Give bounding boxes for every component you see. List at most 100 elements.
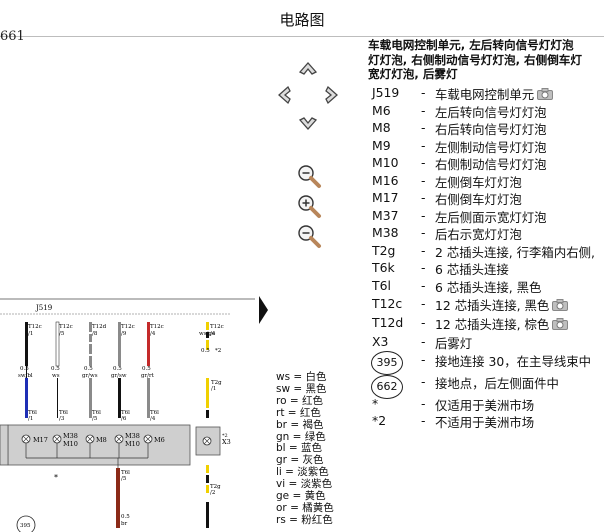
pin-label: /9: [121, 331, 127, 337]
t6l-pin: /5: [92, 416, 98, 422]
legend-desc: 6 芯插头连接, 黑色: [435, 280, 542, 295]
legend-desc: 右后转向信号灯灯泡: [435, 122, 547, 137]
lamp-label: M38: [63, 432, 78, 440]
camera-icon[interactable]: [537, 88, 554, 100]
star-note: *: [54, 473, 58, 482]
star2-label: *2: [215, 348, 221, 354]
lamp-m17: M17: [21, 434, 48, 444]
lamp-label: M10: [63, 440, 78, 448]
legend-heading-line: 灯灯泡, 右侧制动信号灯灯泡, 右侧倒车灯: [368, 52, 582, 67]
wire-size: 0.5: [20, 366, 29, 372]
legend-code: M10: [372, 155, 399, 170]
legend-desc: 仅适用于美洲市场: [435, 398, 535, 413]
t6l-pin: /1: [28, 416, 33, 422]
chevron-right-icon[interactable]: [320, 83, 344, 107]
legend-dash: -: [421, 120, 426, 135]
legend-dash: -: [421, 85, 426, 100]
wire-code: sw/bl: [18, 373, 33, 379]
unit-label: J519: [35, 304, 52, 312]
zoom-reset-icon[interactable]: [296, 223, 326, 249]
wire-color-legend: ws = 白色 sw = 黑色 ro = 红色 rt = 红色 br = 褐色 …: [276, 371, 334, 527]
legend-dash: -: [421, 225, 426, 240]
page-number: 661: [0, 29, 25, 44]
pin-label: /4: [150, 331, 156, 337]
connector-label: T12c: [210, 324, 224, 330]
lamp-m8: M8: [85, 434, 107, 444]
legend-desc: 接地连接 30，在主导线束中: [435, 354, 592, 369]
wire-code: ws/ge: [199, 331, 215, 337]
legend-code: T12d: [372, 315, 404, 330]
legend-dash: -: [421, 396, 426, 411]
wire-size: 0.5: [201, 348, 210, 354]
wiring-diagram: J519 T12c T12c T12d T12c T12c T12c /1 /5…: [0, 298, 255, 532]
title-bar: 电路图: [0, 0, 604, 37]
zoom-out-icon[interactable]: [296, 163, 326, 189]
legend-code: *: [372, 396, 379, 411]
legend-heading-line: 宽灯灯泡, 后雾灯: [368, 67, 458, 82]
chevron-left-icon[interactable]: [272, 83, 296, 107]
legend-dash: -: [421, 103, 426, 118]
wire-color-entry: br = 褐色: [276, 418, 324, 431]
legend-dash: -: [421, 278, 426, 293]
component-legend: 车载电网控制单元, 左后转向信号灯灯泡 灯灯泡, 右侧制动信号灯灯泡, 右侧倒车…: [368, 38, 604, 82]
lamp-label: M8: [96, 436, 107, 444]
legend-dash: -: [421, 260, 426, 275]
pin-label: /5: [59, 331, 65, 337]
legend-dash: -: [421, 155, 426, 170]
page-title: 电路图: [279, 11, 325, 29]
connector-label: T12c: [121, 324, 135, 330]
ground-label: 395: [20, 523, 31, 529]
legend-code: T6l: [372, 278, 391, 293]
svg-text:*2: *2: [222, 433, 228, 439]
chevron-down-icon[interactable]: [296, 112, 320, 136]
wire-color-entry: rt = 红色: [276, 406, 321, 419]
x3-label: X3: [222, 438, 231, 446]
camera-icon[interactable]: [552, 299, 569, 311]
connector-label: T12c: [150, 324, 164, 330]
legend-dash: -: [421, 138, 426, 153]
t6l-pin: /3: [59, 416, 65, 422]
legend-desc: 2 芯插头连接, 行李箱内右侧,: [435, 245, 595, 260]
camera-icon[interactable]: [552, 318, 569, 330]
legend-heading-line: 车载电网控制单元, 左后转向信号灯灯泡: [368, 38, 574, 52]
bottom-wire-code: br: [121, 521, 128, 527]
legend-desc-text: 12 芯插头连接, 黑色: [435, 298, 550, 313]
legend-desc: 后雾灯: [435, 336, 473, 351]
legend-code: T2g: [372, 243, 396, 258]
connector-label: T12d: [92, 324, 107, 330]
t2g-pin: /1: [211, 386, 216, 392]
legend-desc-text: 车载电网控制单元: [435, 87, 535, 102]
legend-dash: -: [421, 315, 426, 330]
t6l-pin: /6: [121, 416, 127, 422]
legend-dash: -: [421, 413, 426, 428]
legend-dash: -: [421, 173, 426, 188]
wire-code: ws: [52, 373, 60, 379]
legend-dash: -: [421, 190, 426, 205]
legend-desc: 左后侧面示宽灯灯泡: [435, 210, 547, 225]
bottom-wire-size: 0.5: [121, 514, 130, 520]
legend-desc: 12 芯插头连接, 黑色: [435, 296, 569, 314]
legend-code: M17: [372, 190, 399, 205]
legend-desc-text: 12 芯插头连接, 棕色: [435, 317, 550, 332]
lamp-label: M10: [125, 440, 140, 448]
legend-dash: -: [421, 374, 426, 389]
legend-desc: 接地点，后左侧面件中: [435, 376, 559, 391]
t6l-pin: /4: [150, 416, 156, 422]
wire-color-entry: rs = 粉红色: [276, 513, 333, 526]
chevron-up-icon[interactable]: [296, 56, 320, 80]
legend-desc: 不适用于美洲市场: [435, 415, 535, 430]
legend-code: M37: [372, 208, 399, 223]
legend-dash: -: [421, 334, 426, 349]
legend-code: X3: [372, 334, 389, 349]
legend-desc: 车载电网控制单元: [435, 85, 554, 103]
lamp-housing: [7, 424, 191, 466]
legend-desc: 左侧制动信号灯灯泡: [435, 140, 547, 155]
connector-label: T12c: [59, 324, 73, 330]
wire-size: 0.5: [142, 366, 151, 372]
wire-size: 0.5: [84, 366, 93, 372]
lamp-label: M38: [125, 432, 140, 440]
zoom-in-icon[interactable]: [296, 193, 326, 219]
legend-code: M16: [372, 173, 399, 188]
legend-desc: 左后转向信号灯灯泡: [435, 105, 547, 120]
legend-code: M9: [372, 138, 391, 153]
